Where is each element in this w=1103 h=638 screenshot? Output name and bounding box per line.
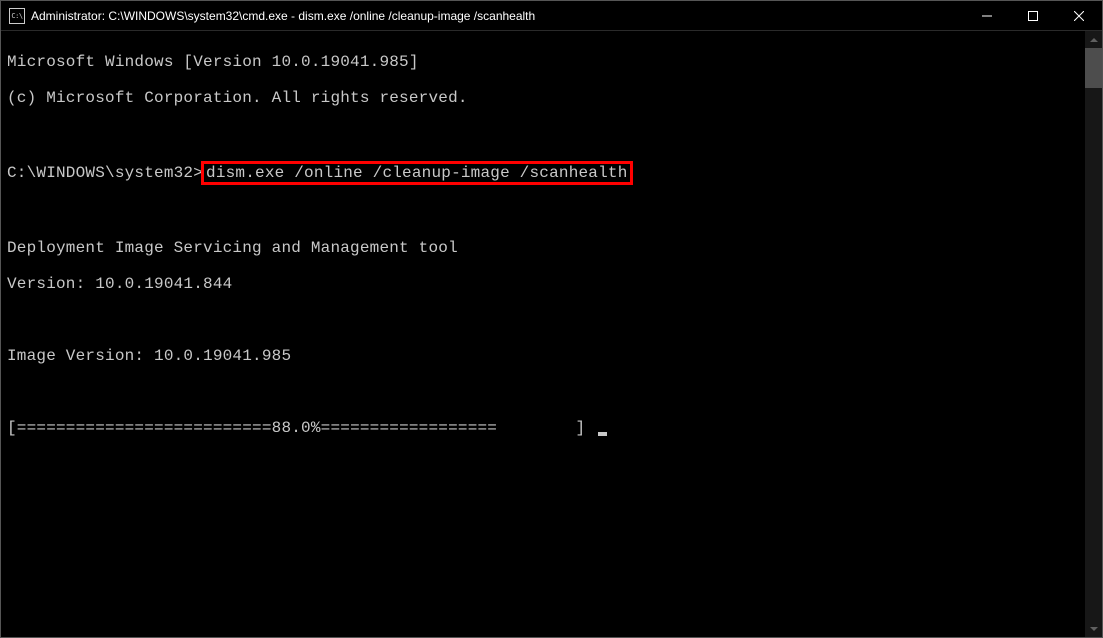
output-line: Image Version: 10.0.19041.985 xyxy=(7,347,1096,365)
scroll-up-arrow[interactable] xyxy=(1085,31,1102,48)
scroll-track[interactable] xyxy=(1085,48,1102,620)
terminal-body[interactable]: Microsoft Windows [Version 10.0.19041.98… xyxy=(1,31,1102,637)
minimize-button[interactable] xyxy=(964,1,1010,30)
cursor xyxy=(598,432,607,436)
window-controls xyxy=(964,1,1102,30)
prompt-prefix: C:\WINDOWS\system32> xyxy=(7,164,203,182)
scroll-down-arrow[interactable] xyxy=(1085,620,1102,637)
cmd-window: C:\ Administrator: C:\WINDOWS\system32\c… xyxy=(0,0,1103,638)
progress-percentage: 88.0% xyxy=(272,419,321,437)
vertical-scrollbar[interactable] xyxy=(1085,31,1102,637)
titlebar[interactable]: C:\ Administrator: C:\WINDOWS\system32\c… xyxy=(1,1,1102,31)
terminal-output: Microsoft Windows [Version 10.0.19041.98… xyxy=(1,31,1102,477)
output-line: Deployment Image Servicing and Managemen… xyxy=(7,239,1096,257)
cmd-icon: C:\ xyxy=(9,8,25,24)
window-title: Administrator: C:\WINDOWS\system32\cmd.e… xyxy=(31,9,964,23)
output-line: Microsoft Windows [Version 10.0.19041.98… xyxy=(7,53,1096,71)
maximize-button[interactable] xyxy=(1010,1,1056,30)
output-line: Version: 10.0.19041.844 xyxy=(7,275,1096,293)
prompt-line: C:\WINDOWS\system32>dism.exe /online /cl… xyxy=(7,161,1096,185)
scroll-thumb[interactable] xyxy=(1085,48,1102,88)
progress-line: [==========================88.0%========… xyxy=(7,419,1096,437)
close-button[interactable] xyxy=(1056,1,1102,30)
output-line: (c) Microsoft Corporation. All rights re… xyxy=(7,89,1096,107)
highlighted-command: dism.exe /online /cleanup-image /scanhea… xyxy=(201,161,632,185)
